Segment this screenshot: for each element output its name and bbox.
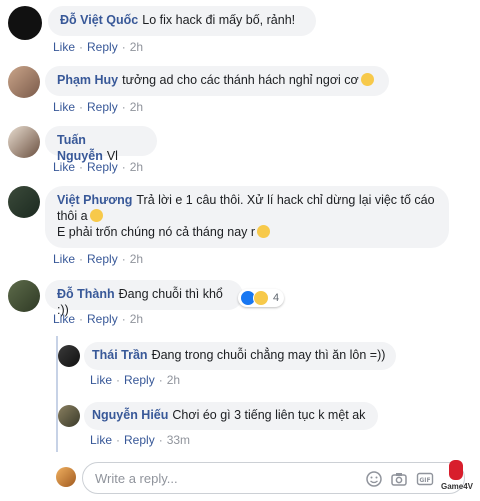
like-link[interactable]: Like <box>90 433 112 447</box>
reply-bubble: Nguyễn Hiếu Chơi éo gì 3 tiếng liên tục k… <box>84 402 378 430</box>
avatar[interactable] <box>8 280 40 312</box>
reply-actions: Like · Reply · 2h <box>90 373 181 387</box>
comment-text-line: Trả lời e 1 câu thôi. Xử lí hack chỉ dừn… <box>136 193 435 207</box>
game-controller-icon <box>449 460 463 480</box>
gif-icon[interactable]: GIF <box>416 470 434 488</box>
reply-link[interactable]: Reply <box>124 433 155 447</box>
comment-actions: Like · Reply · 2h <box>53 252 144 266</box>
comment-author[interactable]: Đỗ Việt Quốc <box>60 13 138 27</box>
sad-face-icon <box>257 225 271 238</box>
comment-bubble: Phạm Huy tưởng ad cho các thánh hách nghỉ… <box>45 66 389 96</box>
reply-link[interactable]: Reply <box>87 252 118 266</box>
reply-input[interactable]: Write a reply... GIF <box>82 462 465 494</box>
reply-bubble: Thái Trần Đang trong chuỗi chẳng may thì … <box>84 342 396 370</box>
comment-actions: Like · Reply · 2h <box>53 100 144 114</box>
comment-actions: Like · Reply · 2h <box>53 160 144 174</box>
comment-bubble: Đỗ Thành Đang chuỗi thì khổ :)) <box>45 280 243 317</box>
comment-bubble: Việt Phương Trả lời e 1 câu thôi. Xử lí h… <box>45 186 449 248</box>
reply-link[interactable]: Reply <box>124 373 155 387</box>
timestamp[interactable]: 2h <box>130 40 143 54</box>
reply-author[interactable]: Nguyễn Hiếu <box>92 408 168 422</box>
smiley-icon[interactable] <box>365 470 383 488</box>
watermark-text: Game4V <box>440 482 474 491</box>
reply-link[interactable]: Reply <box>87 312 118 326</box>
avatar[interactable] <box>8 126 40 158</box>
watermark-logo: Game4V <box>438 458 476 498</box>
timestamp[interactable]: 2h <box>167 373 180 387</box>
avatar[interactable] <box>8 6 42 40</box>
reply-text: Đang trong chuỗi chẳng may thì ăn lôn =)… <box>151 348 386 362</box>
like-link[interactable]: Like <box>90 373 112 387</box>
avatar[interactable] <box>58 405 80 427</box>
like-link[interactable]: Like <box>53 160 75 174</box>
timestamp[interactable]: 2h <box>130 312 143 326</box>
current-user-avatar <box>56 467 76 487</box>
like-link[interactable]: Like <box>53 312 75 326</box>
comment-bubble: Tuấn Nguyễn Vl <box>45 126 157 163</box>
reaction-summary[interactable]: 4 <box>238 289 285 307</box>
like-link[interactable]: Like <box>53 252 75 266</box>
haha-reaction-icon <box>253 290 269 306</box>
worried-face-icon <box>89 209 103 222</box>
comment-text: tưởng ad cho các thánh hách nghỉ ngơi cơ <box>122 73 359 87</box>
reaction-count: 4 <box>273 292 280 304</box>
avatar[interactable] <box>8 186 40 218</box>
smiley-icon <box>360 73 374 86</box>
reply-author[interactable]: Thái Trần <box>92 348 148 362</box>
comment-actions: Like · Reply · 2h <box>53 40 144 54</box>
reply-actions: Like · Reply · 33m <box>90 433 191 447</box>
svg-text:GIF: GIF <box>419 477 430 484</box>
comment-author[interactable]: Phạm Huy <box>57 73 118 87</box>
reply-link[interactable]: Reply <box>87 40 118 54</box>
avatar[interactable] <box>58 345 80 367</box>
comment-text-line: thôi a <box>57 209 88 223</box>
comment-author[interactable]: Tuấn Nguyễn <box>57 133 103 163</box>
timestamp[interactable]: 2h <box>130 100 143 114</box>
comment-actions: Like · Reply · 2h <box>53 312 144 326</box>
comment-author[interactable]: Đỗ Thành <box>57 287 115 301</box>
comment-text: Lo fix hack đi mấy bố, rảnh! <box>142 13 296 27</box>
reply-text: Chơi éo gì 3 tiếng liên tục k mệt ak <box>172 408 366 422</box>
camera-icon[interactable] <box>390 470 408 488</box>
reply-link[interactable]: Reply <box>87 160 118 174</box>
reply-input-placeholder: Write a reply... <box>95 471 178 486</box>
like-link[interactable]: Like <box>53 40 75 54</box>
comment-bubble: Đỗ Việt Quốc Lo fix hack đi mấy bố, rảnh! <box>48 6 316 36</box>
timestamp[interactable]: 2h <box>130 160 143 174</box>
reply-link[interactable]: Reply <box>87 100 118 114</box>
comment-text-line: E phải trốn chúng nó cả tháng nay r <box>57 225 256 239</box>
avatar[interactable] <box>8 66 40 98</box>
comment-author[interactable]: Việt Phương <box>57 193 132 207</box>
like-link[interactable]: Like <box>53 100 75 114</box>
timestamp[interactable]: 33m <box>167 433 190 447</box>
timestamp[interactable]: 2h <box>130 252 143 266</box>
